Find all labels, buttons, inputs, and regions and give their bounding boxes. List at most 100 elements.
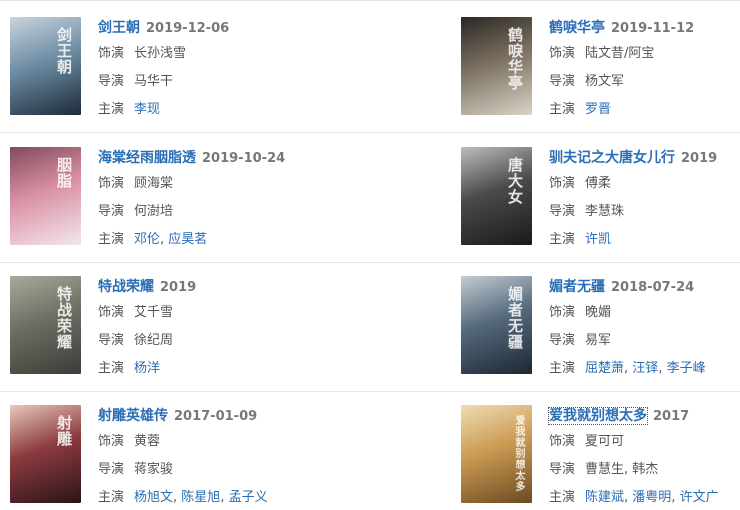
star-link[interactable]: 杨洋 (134, 361, 160, 376)
drama-info: 射雕英雄传 2017-01-09 饰演 黄蓉 导演 蒋家骏 主演 杨旭文, 陈星旭, 孟子义 (98, 405, 358, 510)
director-line-label: 导演 (98, 74, 125, 89)
title-line: 媚者无疆 2018-07-24 (549, 277, 740, 297)
drama-info: 爱我就别想太多 2017 饰演 夏可可 导演 曹慧生, 韩杰 主演 陈建斌, 潘粤明, 许文广 (548, 405, 740, 510)
star-link[interactable]: 孟子义 (229, 490, 268, 505)
role-line-label: 饰演 (98, 305, 125, 320)
director-line-value: 曹慧生, 韩杰 (585, 462, 659, 477)
title-line: 射雕英雄传 2017-01-09 (98, 406, 358, 426)
title-line: 鹤唳华亭 2019-11-12 (549, 18, 740, 38)
star-link[interactable]: 许文广 (680, 490, 719, 505)
poster-image[interactable]: 胭脂 (10, 147, 81, 245)
title-line: 特战荣耀 2019 (98, 277, 358, 297)
release-date: 2019 (160, 280, 197, 295)
drama-title-link[interactable]: 驯夫记之大唐女儿行 (549, 150, 675, 166)
role-line-label: 饰演 (98, 434, 125, 449)
drama-info: 剑王朝 2019-12-06 饰演 长孙浅雪 导演 马华干 主演 李现 (98, 17, 358, 122)
star-link[interactable]: 应昊茗 (168, 232, 207, 247)
drama-info: 驯夫记之大唐女儿行 2019 饰演 傅柔 导演 李慧珠 主演 许凯 (549, 147, 740, 252)
director-line-value: 马华干 (134, 74, 174, 89)
star-line: 主演 邓伦, 应昊茗 (98, 228, 358, 252)
star-line-label: 主演 (98, 102, 125, 117)
role-line: 饰演 夏可可 (549, 430, 740, 454)
director-line: 导演 何澍培 (98, 200, 358, 224)
drama-card: 剑王朝 剑王朝 2019-12-06 饰演 长孙浅雪 导演 马华干 主演 李现 (10, 17, 350, 117)
star-line: 主演 许凯 (549, 228, 740, 252)
role-line: 饰演 陆文昔/阿宝 (549, 42, 740, 66)
role-line-label: 饰演 (549, 305, 576, 320)
drama-title-link[interactable]: 爱我就别想太多 (548, 407, 648, 425)
poster-title-art: 爱我就别想太多 (513, 415, 524, 492)
drama-card: 特战荣耀 特战荣耀 2019 饰演 艾千雪 导演 徐纪周 主演 杨洋 (10, 276, 350, 376)
drama-card: 射雕 射雕英雄传 2017-01-09 饰演 黄蓉 导演 蒋家骏 主演 杨旭文, 陈星旭, 孟子… (10, 405, 350, 505)
drama-title-link[interactable]: 鹤唳华亭 (549, 20, 605, 36)
star-line: 主演 屈楚萧, 汪铎, 李子峰 (549, 357, 740, 381)
drama-info: 海棠经雨胭脂透 2019-10-24 饰演 顾海棠 导演 何澍培 主演 邓伦, 应昊茗 (98, 147, 358, 252)
star-link[interactable]: 许凯 (585, 232, 611, 247)
row-divider (0, 132, 740, 133)
poster-title-art: 鹤唳华亭 (506, 27, 524, 91)
poster-image[interactable]: 唐大女 (461, 147, 532, 245)
role-line: 饰演 长孙浅雪 (98, 42, 358, 66)
title-line: 爱我就别想太多 2017 (548, 406, 740, 426)
star-line-label: 主演 (98, 232, 125, 247)
poster-image[interactable]: 剑王朝 (10, 17, 81, 115)
star-link[interactable]: 邓伦 (134, 232, 160, 247)
star-line-label: 主演 (98, 361, 125, 376)
director-line-value: 李慧珠 (585, 204, 625, 219)
director-line: 导演 李慧珠 (549, 200, 740, 224)
director-line-label: 导演 (98, 462, 125, 477)
star-separator: , (220, 490, 229, 505)
poster-title-art: 媚者无疆 (506, 286, 524, 350)
role-line-value: 顾海棠 (134, 176, 174, 191)
release-date: 2018-07-24 (611, 280, 695, 295)
star-link[interactable]: 罗晋 (585, 102, 611, 117)
director-line: 导演 曹慧生, 韩杰 (549, 458, 740, 482)
star-link[interactable]: 屈楚萧 (585, 361, 624, 376)
release-date: 2019-10-24 (202, 151, 286, 166)
drama-title-link[interactable]: 剑王朝 (98, 20, 140, 36)
drama-card: 胭脂 海棠经雨胭脂透 2019-10-24 饰演 顾海棠 导演 何澍培 主演 邓伦, 应昊茗 (10, 147, 350, 247)
star-link[interactable]: 陈星旭 (181, 490, 220, 505)
role-line-label: 饰演 (98, 46, 125, 61)
row-divider (0, 391, 740, 392)
drama-card: 唐大女 驯夫记之大唐女儿行 2019 饰演 傅柔 导演 李慧珠 主演 许凯 (461, 147, 740, 247)
drama-title-link[interactable]: 媚者无疆 (549, 279, 605, 295)
role-line-value: 傅柔 (585, 176, 612, 191)
role-line-label: 饰演 (549, 434, 576, 449)
role-line-value: 艾千雪 (134, 305, 174, 320)
drama-title-link[interactable]: 特战荣耀 (98, 279, 154, 295)
director-line-value: 杨文军 (585, 74, 625, 89)
row-divider (0, 262, 740, 263)
star-link[interactable]: 陈建斌 (585, 490, 624, 505)
poster-image[interactable]: 媚者无疆 (461, 276, 532, 374)
star-line: 主演 杨洋 (98, 357, 358, 381)
star-line-label: 主演 (98, 490, 125, 505)
star-line: 主演 杨旭文, 陈星旭, 孟子义 (98, 486, 358, 510)
director-line-label: 导演 (549, 74, 576, 89)
role-line-value: 夏可可 (585, 434, 625, 449)
star-link[interactable]: 李子峰 (667, 361, 706, 376)
role-line-value: 陆文昔/阿宝 (585, 46, 655, 61)
poster-title-art: 特战荣耀 (55, 286, 73, 350)
drama-title-link[interactable]: 射雕英雄传 (98, 408, 168, 424)
director-line: 导演 杨文军 (549, 70, 740, 94)
star-link[interactable]: 汪铎 (632, 361, 658, 376)
star-link[interactable]: 杨旭文 (134, 490, 173, 505)
role-line-value: 长孙浅雪 (134, 46, 187, 61)
poster-title-art: 射雕 (55, 415, 73, 447)
role-line-value: 晚媚 (585, 305, 612, 320)
director-line-value: 蒋家骏 (134, 462, 174, 477)
star-line: 主演 陈建斌, 潘粤明, 许文广 (549, 486, 740, 510)
drama-title-link[interactable]: 海棠经雨胭脂透 (98, 150, 196, 166)
director-line-label: 导演 (549, 462, 576, 477)
poster-image[interactable]: 射雕 (10, 405, 81, 503)
poster-image[interactable]: 鹤唳华亭 (461, 17, 532, 115)
title-line: 驯夫记之大唐女儿行 2019 (549, 148, 740, 168)
title-line: 剑王朝 2019-12-06 (98, 18, 358, 38)
director-line-label: 导演 (549, 204, 576, 219)
star-link[interactable]: 潘粤明 (632, 490, 671, 505)
poster-image[interactable]: 爱我就别想太多 (461, 405, 532, 503)
release-date: 2019-11-12 (611, 21, 695, 36)
poster-image[interactable]: 特战荣耀 (10, 276, 81, 374)
star-link[interactable]: 李现 (134, 102, 160, 117)
